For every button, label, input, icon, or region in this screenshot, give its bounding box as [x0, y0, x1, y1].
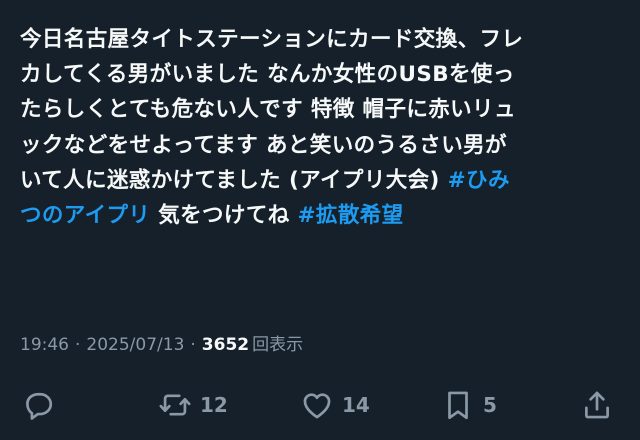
- retweet-icon: [159, 394, 191, 416]
- like-button[interactable]: 14: [300, 383, 370, 427]
- tweet-text: 今日名古屋タイトステーションにカード交換、フレ カしてくる男がいました なんか女性…: [20, 22, 624, 233]
- meta-separator: ·: [75, 335, 81, 355]
- meta-separator: ·: [190, 335, 196, 355]
- hashtag-link[interactable]: #拡散希望: [298, 203, 404, 228]
- tweet-date[interactable]: 2025/07/13: [86, 335, 184, 355]
- tweet-time[interactable]: 19:46: [20, 335, 69, 355]
- hashtag-link[interactable]: つのアイプリ: [20, 203, 150, 228]
- tweet-meta: 19:46 · 2025/07/13 · 3652 回表示: [20, 330, 303, 355]
- tweet-text-line: 今日名古屋タイトステーションにカード交換、フレ: [20, 22, 624, 57]
- tweet-text-segment: たらしくとても危ない人です 特徴 帽子に赤いリュ: [20, 97, 516, 123]
- tweet-text-line: ックなどをせよってます あと笑いのうるさい男が: [20, 128, 624, 163]
- heart-icon: [303, 393, 331, 419]
- tweet-text-line: つのアイプリ 気をつけてね #拡散希望: [20, 198, 624, 233]
- retweet-count: 12: [200, 393, 228, 417]
- tweet-text-line: たらしくとても危ない人です 特徴 帽子に赤いリュ: [20, 92, 624, 127]
- bookmark-button[interactable]: 5: [441, 383, 497, 427]
- reply-button[interactable]: [21, 383, 63, 427]
- tweet-text-segment: 今日名古屋タイトステーションにカード交換、フレ: [20, 27, 524, 52]
- tweet-text-segment: カしてくる男がいました なんか女性のUSBを使っ: [20, 62, 515, 88]
- tweet-text-segment: 気をつけてね: [150, 203, 298, 229]
- tweet-text-segment: ックなどをせよってます あと笑いのうるさい男が: [20, 132, 507, 158]
- share-button[interactable]: [580, 383, 622, 427]
- tweet-actions: 12 14 5: [0, 383, 640, 427]
- hashtag-link[interactable]: #ひみ: [448, 168, 510, 193]
- tweet-text-line: いて人に迷惑かけてました (アイプリ大会) #ひみ: [20, 163, 624, 198]
- bookmark-count: 5: [483, 393, 497, 417]
- share-icon: [585, 391, 609, 419]
- tweet-text-line: カしてくる男がいました なんか女性のUSBを使っ: [20, 57, 624, 92]
- tweet-text-segment: いて人に迷惑かけてました (アイプリ大会): [20, 167, 448, 193]
- reply-icon: [26, 392, 53, 420]
- like-count: 14: [342, 393, 370, 417]
- bookmark-icon: [448, 391, 468, 420]
- views-count: 3652: [201, 335, 250, 355]
- views-label: 回表示: [252, 335, 304, 355]
- retweet-button[interactable]: 12: [158, 383, 228, 427]
